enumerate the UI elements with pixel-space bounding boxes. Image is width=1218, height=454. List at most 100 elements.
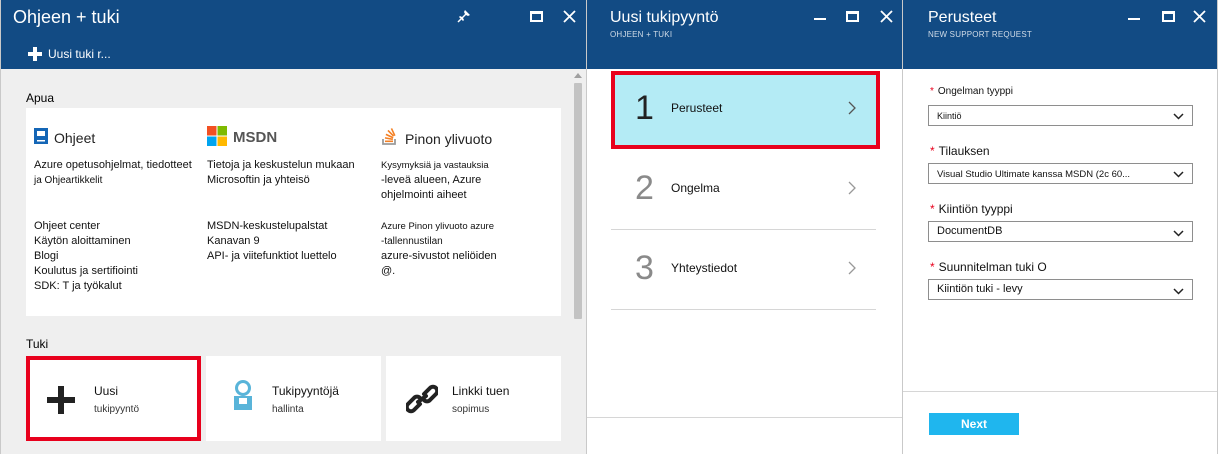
step-label: Ongelma [671, 181, 720, 195]
quota-type-label-text: Kiintiön tyyppi [938, 202, 1013, 216]
support-plan-value: Kiintiön tuki - levy [937, 283, 1023, 295]
msdn-links: MSDN-keskustelupalstat Kanavan 9 API- ja… [207, 219, 337, 264]
step-label: Yhteystiedot [671, 261, 738, 275]
close-icon[interactable] [1189, 6, 1209, 26]
quota-type-value: DocumentDB [937, 225, 1003, 237]
maximize-icon[interactable] [842, 6, 862, 26]
step-number: 3 [635, 249, 654, 287]
next-button[interactable]: Next [929, 413, 1019, 435]
docs-link[interactable]: Käytön aloittaminen [34, 234, 138, 249]
help-support-blade: Ohjeen + tuki Uusi tuki r... Apua Ohjeet… [0, 0, 587, 454]
docs-link[interactable]: Koulutus ja sertifiointi [34, 264, 138, 279]
step-label: Perusteet [671, 101, 723, 115]
blade-title: Ohjeen + tuki [13, 7, 120, 27]
footer-divider [903, 391, 1217, 392]
docs-link[interactable]: SDK: T ja työkalut [34, 279, 138, 294]
plus-icon [47, 386, 75, 414]
maximize-icon[interactable] [1158, 6, 1178, 26]
blade-subtitle: OHJEEN + TUKI [610, 30, 673, 39]
so-link[interactable]: @. [381, 264, 497, 279]
divider [611, 229, 876, 230]
docs-heading[interactable]: Ohjeet [34, 128, 95, 147]
maximize-icon[interactable] [526, 6, 546, 26]
help-panel: Ohjeet Azure opetusohjelmat, tiedotteet … [26, 108, 561, 316]
blade-header: Ohjeen + tuki Uusi tuki r... [1, 0, 586, 69]
docs-description: Azure opetusohjelmat, tiedotteet ja Ohje… [34, 158, 192, 188]
stackoverflow-heading[interactable]: Pinon ylivuoto [381, 128, 492, 149]
chevron-down-icon [1173, 228, 1184, 240]
msdn-heading-text: MSDN [233, 129, 278, 146]
chevron-right-icon [848, 181, 856, 200]
new-support-request-blade: Uusi tukipyyntö OHJEEN + TUKI 1 Perustee… [587, 0, 903, 454]
so-desc-line: Kysymyksiä ja vastauksia [381, 160, 489, 171]
blade-title: Perusteet [928, 9, 997, 26]
chevron-down-icon [1173, 112, 1184, 122]
minimize-icon[interactable] [1124, 6, 1144, 26]
scrollbar-thumb[interactable] [574, 83, 582, 319]
tile-title: Tukipyyntöjä [272, 384, 339, 398]
msdn-heading[interactable]: MSDN [207, 126, 277, 149]
stackoverflow-links: Azure Pinon ylivuoto azure -tallennustil… [381, 219, 497, 279]
scroll-up-arrow-icon[interactable] [574, 73, 582, 78]
link-icon [404, 384, 440, 419]
scrollbar[interactable] [570, 69, 586, 454]
quota-type-label: * Kiintiön tyyppi [930, 202, 1013, 216]
subscription-label: * Tilauksen [930, 144, 990, 158]
new-support-request-tile[interactable]: Uusi tukipyyntö [26, 356, 201, 441]
manage-support-requests-tile[interactable]: Tukipyyntöjä hallinta [206, 356, 381, 441]
link-support-plan-tile[interactable]: Linkki tuen sopimus [386, 356, 561, 441]
book-icon [34, 128, 48, 147]
step-contact-info[interactable]: 3 Yhteystiedot [611, 231, 876, 309]
so-desc-line: -leveä alueen, Azure [381, 174, 482, 186]
problem-type-label: * Ongelman tyyppi [930, 86, 1013, 97]
quota-type-select[interactable]: DocumentDB [928, 221, 1193, 242]
so-desc-line: ohjelmointi aiheet [381, 189, 467, 201]
tile-title: Linkki tuen [452, 384, 510, 398]
support-plan-select[interactable]: Kiintiön tuki - levy [928, 279, 1193, 300]
close-icon[interactable] [876, 6, 896, 26]
docs-link[interactable]: Ohjeet center [34, 219, 138, 234]
help-section-label: Apua [26, 91, 55, 105]
chevron-right-icon [848, 261, 856, 280]
support-section-label: Tuki [26, 337, 49, 351]
tile-subtitle: tukipyyntö [94, 404, 140, 415]
msdn-logo-icon [207, 126, 227, 149]
so-link[interactable]: azure-sivustot neliöiden [381, 249, 497, 264]
tile-title: Uusi [94, 384, 119, 398]
basics-blade: Perusteet NEW SUPPORT REQUEST * Ongelman … [903, 0, 1218, 454]
blade-header: Uusi tukipyyntö OHJEEN + TUKI [587, 0, 902, 69]
minimize-icon[interactable] [810, 6, 830, 26]
step-number: 1 [635, 89, 654, 127]
close-icon[interactable] [559, 6, 579, 26]
support-plan-label: * Suunnitelman tuki O [930, 260, 1047, 274]
msdn-link[interactable]: API- ja viitefunktiot luettelo [207, 249, 337, 264]
pin-icon[interactable] [454, 6, 474, 26]
docs-links: Ohjeet center Käytön aloittaminen Blogi … [34, 219, 138, 294]
msdn-link[interactable]: MSDN-keskustelupalstat [207, 219, 337, 234]
step-problem[interactable]: 2 Ongelma [611, 151, 876, 229]
problem-type-select[interactable]: Kiintiö [928, 105, 1193, 126]
divider [611, 309, 876, 310]
new-support-request-button[interactable]: Uusi tuki r... [28, 47, 111, 61]
step-basics[interactable]: 1 Perusteet [611, 71, 876, 149]
blade-title: Uusi tukipyyntö [610, 9, 719, 26]
docs-heading-text: Ohjeet [54, 129, 96, 146]
msdn-desc-line: Microsoftin ja yhteisö [207, 174, 310, 186]
stackoverflow-description: Kysymyksiä ja vastauksia -leveä alueen, … [381, 158, 489, 203]
tile-subtitle: hallinta [272, 404, 304, 415]
plus-icon [28, 47, 42, 61]
chevron-down-icon [1173, 286, 1184, 298]
msdn-desc-line: Tietoja ja keskustelun mukaan [207, 159, 355, 171]
footer-divider [587, 417, 902, 418]
so-link[interactable]: Azure Pinon ylivuoto azure [381, 219, 497, 234]
new-support-request-label: Uusi tuki r... [48, 47, 111, 61]
docs-link[interactable]: Blogi [34, 249, 138, 264]
tile-subtitle: sopimus [452, 404, 490, 415]
docs-desc-line: ja Ohjeartikkelit [34, 175, 103, 186]
msdn-link[interactable]: Kanavan 9 [207, 234, 337, 249]
subscription-label-text: Tilauksen [938, 144, 990, 158]
so-link[interactable]: -tallennustilan [381, 234, 497, 249]
chevron-right-icon [848, 101, 856, 120]
blade-subtitle: NEW SUPPORT REQUEST [928, 30, 1032, 39]
subscription-select[interactable]: Visual Studio Ultimate kanssa MSDN (2c 6… [928, 163, 1193, 184]
